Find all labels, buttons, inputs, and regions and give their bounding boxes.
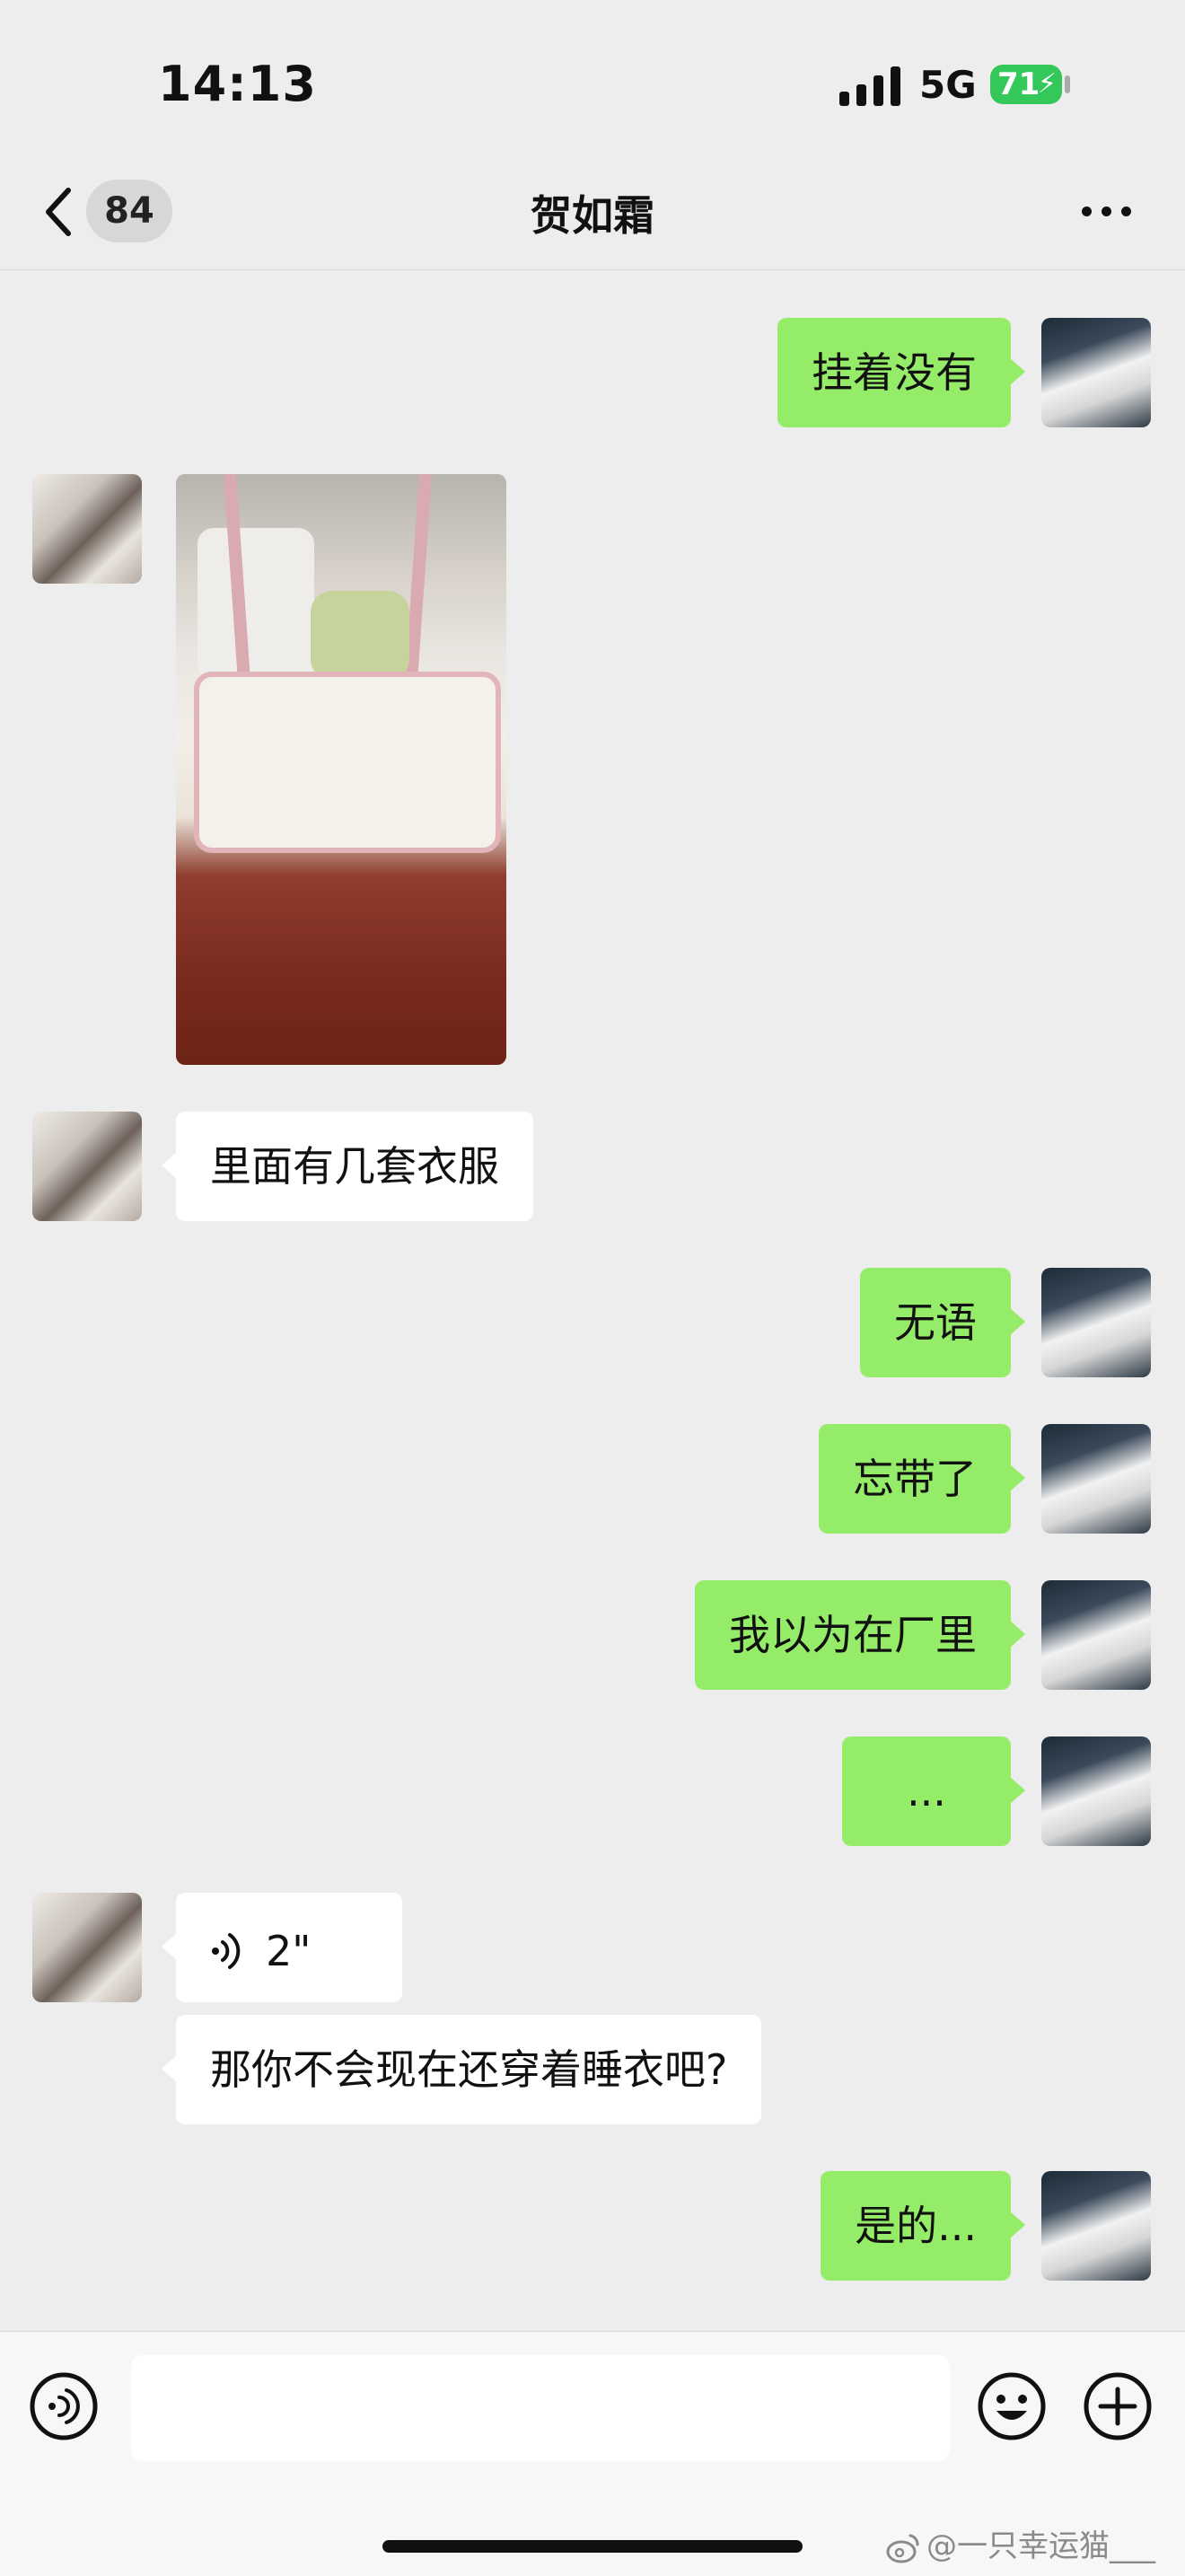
voice-message[interactable]: 2": [162, 1893, 402, 2002]
watermark-text: @一只幸运猫___: [926, 2528, 1155, 2564]
message-bubble-self[interactable]: 挂着没有: [777, 318, 1025, 427]
message-bubble-self[interactable]: 无语: [860, 1268, 1025, 1377]
message-bubble-self[interactable]: 忘带了: [819, 1424, 1025, 1534]
message-bubble-self[interactable]: 是的...: [821, 2171, 1025, 2281]
status-bar: 14:13 5G 71 ⚡: [0, 0, 1185, 171]
watermark: @一只幸运猫___: [885, 2521, 1155, 2566]
avatar[interactable]: [1041, 1580, 1151, 1690]
avatar[interactable]: [1041, 1424, 1151, 1534]
battery-level: 71: [997, 66, 1040, 102]
photo-detail: [198, 528, 314, 681]
avatar[interactable]: [32, 1112, 142, 1221]
battery-icon: 71 ⚡: [990, 65, 1062, 104]
charging-bolt-icon: ⚡: [1037, 68, 1057, 100]
avatar[interactable]: [1041, 1268, 1151, 1377]
voice-duration: 2": [266, 1926, 312, 1975]
message-bubble-other[interactable]: 里面有几套衣服: [162, 1112, 533, 1221]
network-type: 5G: [919, 63, 977, 107]
message-bubble-self[interactable]: 我以为在厂里: [695, 1580, 1025, 1690]
avatar[interactable]: [1041, 318, 1151, 427]
avatar[interactable]: [1041, 2171, 1151, 2281]
voice-input-icon[interactable]: [29, 2371, 99, 2441]
battery-cap: [1065, 75, 1070, 93]
weibo-logo-icon: [886, 2534, 919, 2563]
image-message[interactable]: [176, 474, 506, 1065]
add-more-icon[interactable]: [1083, 2371, 1153, 2441]
home-indicator[interactable]: [382, 2540, 803, 2553]
more-options-icon[interactable]: [1082, 203, 1136, 221]
status-time: 14:13: [158, 56, 317, 112]
photo-detail: [194, 672, 501, 853]
avatar[interactable]: [1041, 1736, 1151, 1846]
chat-header: 84 贺如霜: [0, 171, 1185, 270]
emoji-icon[interactable]: [977, 2371, 1047, 2441]
message-bubble-other[interactable]: 那你不会现在还穿着睡衣吧?: [161, 2015, 762, 2124]
message-input[interactable]: [131, 2355, 950, 2461]
message-bubble-self[interactable]: ...: [842, 1736, 1025, 1846]
photo-detail: [311, 591, 409, 681]
avatar[interactable]: [32, 1893, 142, 2002]
cellular-signal-icon: [839, 66, 902, 106]
avatar[interactable]: [32, 474, 142, 584]
chat-title: 贺如霜: [531, 191, 654, 240]
voice-wave-icon: [212, 1932, 241, 1969]
